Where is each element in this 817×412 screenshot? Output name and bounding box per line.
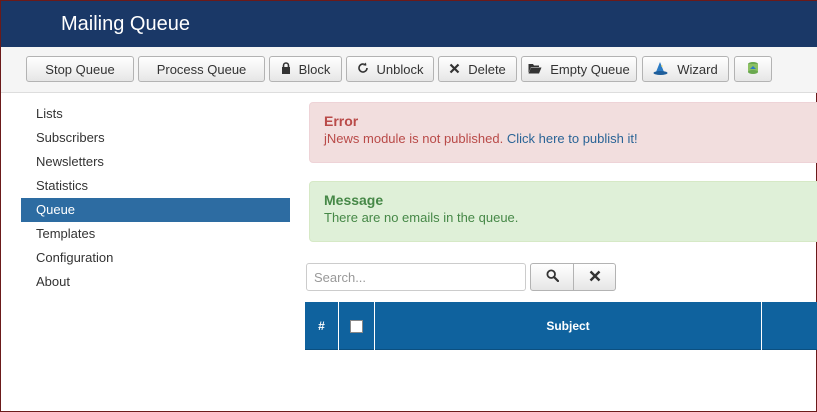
column-number: # <box>305 302 339 350</box>
publish-module-link[interactable]: Click here to publish it! <box>507 131 638 146</box>
search-input[interactable] <box>306 263 526 291</box>
column-extra <box>762 302 817 350</box>
close-icon <box>589 270 601 285</box>
column-select-all <box>339 302 375 350</box>
sidebar: Lists Subscribers Newsletters Statistics… <box>21 102 290 294</box>
wizard-hat-icon <box>653 61 669 78</box>
error-message-line: jNews module is not published. Click her… <box>324 131 814 146</box>
search-icon <box>545 269 559 285</box>
sidebar-item-lists[interactable]: Lists <box>21 102 290 126</box>
update-icon <box>745 60 761 79</box>
lock-icon <box>281 62 291 76</box>
message-text: There are no emails in the queue. <box>324 210 519 225</box>
queue-table-header: # Subject <box>305 302 817 350</box>
select-all-checkbox[interactable] <box>350 319 363 333</box>
wizard-label: Wizard <box>677 61 718 77</box>
sidebar-item-statistics[interactable]: Statistics <box>21 174 290 198</box>
process-queue-button[interactable]: Process Queue <box>138 56 265 82</box>
sidebar-item-configuration[interactable]: Configuration <box>21 246 290 270</box>
error-message: jNews module is not published. <box>324 131 504 146</box>
empty-queue-label: Empty Queue <box>550 61 630 77</box>
close-icon <box>449 63 460 76</box>
error-alert: Error jNews module is not published. Cli… <box>309 102 817 163</box>
empty-queue-button[interactable]: Empty Queue <box>521 56 637 82</box>
delete-label: Delete <box>468 61 506 77</box>
message-heading: Message <box>324 192 384 208</box>
unblock-button[interactable]: Unblock <box>346 56 434 82</box>
sidebar-item-about[interactable]: About <box>21 270 290 294</box>
refresh-icon <box>357 62 369 76</box>
clear-search-button[interactable] <box>573 263 616 291</box>
unblock-label: Unblock <box>376 61 424 77</box>
toolbar: Stop Queue Process Queue Block Unblock D… <box>1 47 817 93</box>
column-subject[interactable]: Subject <box>375 302 762 350</box>
folder-open-icon <box>528 63 542 76</box>
delete-button[interactable]: Delete <box>438 56 517 82</box>
search-button[interactable] <box>530 263 574 291</box>
stop-queue-label: Stop Queue <box>45 61 115 77</box>
error-heading: Error <box>324 113 359 129</box>
message-alert: Message There are no emails in the queue… <box>309 181 817 242</box>
sidebar-item-templates[interactable]: Templates <box>21 222 290 246</box>
process-queue-label: Process Queue <box>156 61 247 77</box>
update-button[interactable] <box>734 56 772 82</box>
sidebar-item-queue[interactable]: Queue <box>21 198 290 222</box>
sidebar-item-newsletters[interactable]: Newsletters <box>21 150 290 174</box>
stop-queue-button[interactable]: Stop Queue <box>26 56 134 82</box>
wizard-button[interactable]: Wizard <box>642 56 729 82</box>
page-title: Mailing Queue <box>61 13 190 35</box>
block-label: Block <box>298 61 331 77</box>
block-button[interactable]: Block <box>269 56 342 82</box>
app-header: Mailing Queue <box>1 0 817 47</box>
sidebar-item-subscribers[interactable]: Subscribers <box>21 126 290 150</box>
